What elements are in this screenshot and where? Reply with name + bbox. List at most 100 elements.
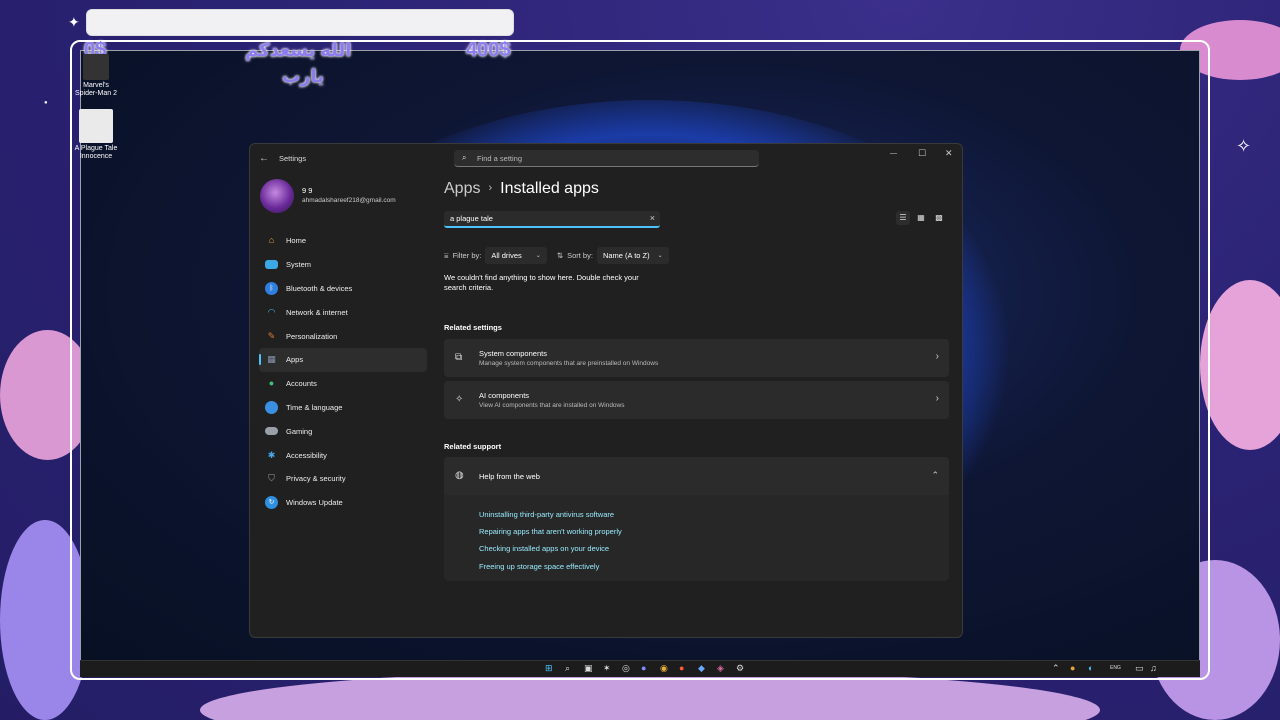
arabic-message-line1: الله يسعدكم <box>245 40 352 60</box>
sidebar-item-label: Windows Update <box>286 498 343 508</box>
app-search-value: a plague tale <box>450 214 493 223</box>
chevron-up-icon: ⌃ <box>931 470 939 480</box>
sidebar-item-label: Gaming <box>286 426 313 436</box>
app-icon[interactable]: ● <box>679 663 684 673</box>
tile-view-icon[interactable]: ▩ <box>932 211 946 225</box>
help-link[interactable]: Uninstalling third-party antivirus softw… <box>479 510 614 519</box>
minimize-button[interactable]: — <box>890 150 897 157</box>
bluetooth-icon: ᛒ <box>265 281 278 295</box>
maximize-button[interactable]: ☐ <box>918 148 926 159</box>
tray-app-icon[interactable]: ● <box>1070 663 1075 673</box>
back-arrow-icon[interactable]: ← <box>259 153 269 164</box>
chrome-icon[interactable]: ◉ <box>660 663 668 674</box>
globe-clock-icon <box>265 400 278 414</box>
chevron-down-icon: ⌄ <box>657 253 663 259</box>
sort-label: Sort by: <box>567 251 593 260</box>
grid-view-icon[interactable]: ▦ <box>914 211 928 225</box>
spiderman-icon <box>83 54 109 80</box>
language-indicator[interactable]: ENG <box>1110 665 1121 671</box>
settings-gear-icon[interactable]: ⚙ <box>736 663 744 674</box>
avatar <box>260 179 294 213</box>
view-toggle-group: ☰ ▦ ▩ <box>896 211 946 225</box>
sidebar-item-label: Network & internet <box>286 307 348 317</box>
sidebar-item-label: Bluetooth & devices <box>286 283 353 293</box>
sort-icon: ⇅ <box>556 251 564 260</box>
accessibility-icon: ✱ <box>267 449 276 460</box>
related-settings-heading: Related settings <box>444 323 502 332</box>
start-icon[interactable]: ⊞ <box>545 663 553 674</box>
app-icon[interactable]: ◎ <box>622 663 630 674</box>
list-view-icon[interactable]: ☰ <box>896 211 910 225</box>
star-decoration: ✦ <box>68 14 80 30</box>
ai-components-card[interactable]: ✧ AI components View AI components that … <box>444 381 949 419</box>
app-icon[interactable]: ◆ <box>698 663 705 674</box>
help-title: Help from the web <box>479 472 540 481</box>
sidebar-item-label: Accounts <box>286 379 317 389</box>
filter-icon: ⩸ <box>444 250 449 260</box>
system-components-card[interactable]: ⧉ System components Manage system compon… <box>444 339 949 377</box>
star-decoration: ● <box>44 100 48 106</box>
settings-search-input[interactable]: ⌕ Find a setting <box>454 150 759 167</box>
filter-sort-row: ⩸ Filter by: All drives ⌄ ⇅ Sort by: Nam… <box>444 247 669 264</box>
brush-icon: ✎ <box>267 330 276 341</box>
tray-app-icon[interactable]: ◐ <box>1088 663 1093 673</box>
display-icon[interactable]: ▭ <box>1135 663 1144 674</box>
chevron-down-icon: ⌄ <box>535 253 541 259</box>
sidebar-item-label: System <box>286 260 312 270</box>
settings-window: ← Settings ⌕ Find a setting — ☐ ✕ 9 9 ah… <box>249 143 963 638</box>
help-from-web-panel: ◍ Help from the web ⌃ Uninstalling third… <box>444 457 949 581</box>
sparkle-icon: ✧ <box>455 394 464 405</box>
sidebar-item-network[interactable]: ◠ Network & internet <box>259 300 427 324</box>
related-support-heading: Related support <box>444 442 502 451</box>
sidebar-item-gaming[interactable]: Gaming <box>259 419 427 443</box>
sidebar-item-windows-update[interactable]: ↻ Windows Update <box>259 491 427 515</box>
sidebar-item-privacy[interactable]: ⛉ Privacy & security <box>259 467 427 491</box>
close-button[interactable]: ✕ <box>945 148 953 159</box>
card-title: System components <box>479 349 547 358</box>
sidebar-item-accounts[interactable]: ● Accounts <box>259 372 427 396</box>
donation-right-amount: 400$ <box>466 39 511 61</box>
search-icon[interactable]: ⌕ <box>565 663 570 674</box>
sidebar-item-label: Accessibility <box>286 450 327 460</box>
widgets-icon[interactable]: ✶ <box>603 663 611 674</box>
app-icon[interactable]: ◈ <box>717 663 724 674</box>
app-search-input[interactable]: a plague tale × <box>444 211 660 228</box>
filter-dropdown[interactable]: All drives ⌄ <box>485 247 547 264</box>
help-from-web-header[interactable]: ◍ Help from the web ⌃ <box>444 457 949 495</box>
home-icon: ⌂ <box>268 235 275 246</box>
sort-dropdown[interactable]: Name (A to Z) ⌄ <box>596 247 669 264</box>
wifi-icon: ◠ <box>267 306 276 317</box>
card-title: AI components <box>479 391 530 400</box>
title-bar: ← Settings ⌕ Find a setting — ☐ ✕ <box>250 144 962 174</box>
chevron-right-icon: › <box>935 393 939 404</box>
gamepad-icon <box>265 427 278 436</box>
clear-search-icon[interactable]: × <box>650 213 655 223</box>
sidebar-item-accessibility[interactable]: ✱ Accessibility <box>259 443 427 467</box>
desktop-icon-spiderman[interactable]: Marvel's Spider-Man 2 <box>72 54 120 98</box>
help-link[interactable]: Checking installed apps on your device <box>479 544 609 553</box>
help-link[interactable]: Freeing up storage space effectively <box>479 562 599 571</box>
breadcrumb-parent[interactable]: Apps <box>444 180 480 197</box>
card-subtitle: View AI components that are installed on… <box>479 402 625 409</box>
help-link[interactable]: Repairing apps that aren't working prope… <box>479 527 622 536</box>
sidebar-item-personalization[interactable]: ✎ Personalization <box>259 324 427 348</box>
page-title: Installed apps <box>500 180 599 197</box>
sidebar-nav: ⌂ Home System ᛒ Bluetooth & devices ◠ Ne… <box>259 229 427 515</box>
discord-icon[interactable]: ● <box>641 663 646 673</box>
plague-tale-icon <box>79 109 113 143</box>
taskbar: ⊞ ⌕ ▣ ✶ ◎ ● ◉ ● ◆ ◈ ⚙ ⌃ ● ◐ ENG ▭ ♫ <box>80 660 1200 677</box>
breadcrumb-chevron-icon: › <box>488 182 493 194</box>
sidebar-item-bluetooth[interactable]: ᛒ Bluetooth & devices <box>259 277 427 301</box>
apps-icon: ▦ <box>267 354 276 365</box>
shield-icon: ⛉ <box>268 473 275 484</box>
sidebar-item-time-language[interactable]: Time & language <box>259 396 427 420</box>
task-view-icon[interactable]: ▣ <box>584 663 593 674</box>
profile-name: 9 9 <box>302 186 313 195</box>
sidebar-item-apps[interactable]: ▦ Apps <box>259 347 427 372</box>
sidebar-item-system[interactable]: System <box>259 253 427 277</box>
tray-chevron-up-icon[interactable]: ⌃ <box>1052 663 1060 674</box>
sort-value: Name (A to Z) <box>602 251 650 260</box>
sidebar-item-home[interactable]: ⌂ Home <box>259 229 427 253</box>
desktop-icon-plague-tale[interactable]: A Plague Tale Innocence <box>72 109 120 161</box>
volume-icon[interactable]: ♫ <box>1150 663 1157 673</box>
